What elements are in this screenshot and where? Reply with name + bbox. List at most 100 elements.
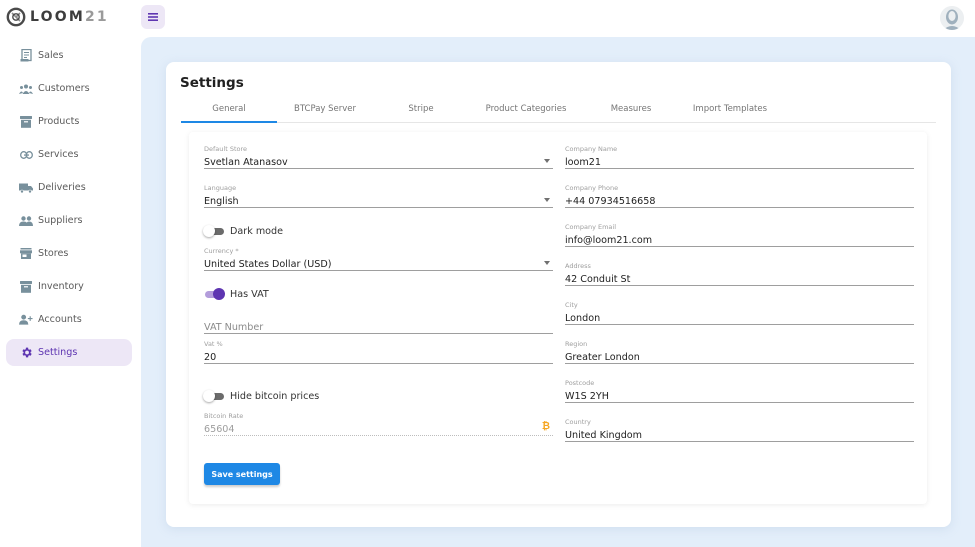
vat-number-input[interactable]: VAT Number [204, 310, 553, 334]
sidebar-item-label: Suppliers [38, 215, 83, 226]
sidebar-item-label: Products [38, 116, 80, 127]
company-email-value: info@loom21.com [565, 232, 914, 247]
brand-logo[interactable]: LOOM21 [6, 7, 109, 27]
tab-stripe[interactable]: Stripe [373, 96, 469, 122]
company-name-label: Company Name [565, 145, 618, 153]
user-icon [940, 6, 964, 30]
sidebar-item-deliveries[interactable]: Deliveries [6, 174, 132, 201]
settings-tabs: General BTCPay Server Stripe Product Cat… [181, 96, 936, 123]
language-value: English [204, 193, 553, 208]
address-value: 42 Conduit St [565, 271, 914, 286]
receipt-icon [19, 49, 33, 63]
tab-general[interactable]: General [181, 96, 277, 123]
region-label: Region [565, 340, 588, 348]
save-settings-button[interactable]: Save settings [204, 463, 280, 485]
currency-select[interactable]: Currency * United States Dollar (USD) [204, 247, 553, 271]
bitcoin-rate-input: Bitcoin Rate 65604 ₿ [204, 412, 553, 436]
dropdown-arrow-icon [544, 261, 550, 265]
vat-percent-label: Vat % [204, 340, 223, 348]
sidebar-item-label: Settings [38, 347, 78, 358]
user-avatar[interactable] [940, 6, 964, 30]
dark-mode-toggle[interactable]: Dark mode [203, 225, 283, 237]
company-email-input[interactable]: Company Email info@loom21.com [565, 223, 914, 247]
sidebar-item-customers[interactable]: Customers [6, 75, 132, 102]
sidebar-item-label: Sales [38, 50, 64, 61]
country-input[interactable]: Country United Kingdom [565, 418, 914, 442]
people-icon [19, 82, 33, 96]
city-value: London [565, 310, 914, 325]
sidebar-item-accounts[interactable]: Accounts [6, 306, 132, 333]
default-store-value: Svetlan Atanasov [204, 154, 553, 169]
postcode-input[interactable]: Postcode W1S 2YH [565, 379, 914, 403]
page-title: Settings [180, 75, 244, 91]
sidebar-item-settings[interactable]: Settings [6, 339, 132, 366]
main-content: Settings General BTCPay Server Stripe Pr… [141, 37, 975, 547]
postcode-value: W1S 2YH [565, 388, 914, 403]
address-label: Address [565, 262, 591, 270]
sidebar-item-label: Services [38, 149, 79, 160]
dark-mode-label: Dark mode [230, 225, 284, 237]
sidebar-item-label: Accounts [38, 314, 82, 325]
sidebar-item-services[interactable]: Services [6, 141, 132, 168]
currency-label: Currency * [204, 247, 239, 255]
sidebar-item-suppliers[interactable]: Suppliers [6, 207, 132, 234]
store-icon [19, 247, 33, 261]
group-icon [19, 214, 33, 228]
vat-percent-value: 20 [204, 349, 553, 364]
hide-bitcoin-prices-toggle[interactable]: Hide bitcoin prices [203, 390, 319, 402]
truck-icon [19, 181, 33, 195]
settings-card: Settings General BTCPay Server Stripe Pr… [166, 62, 951, 527]
city-label: City [565, 301, 578, 309]
country-label: Country [565, 418, 591, 426]
tab-product-categories[interactable]: Product Categories [469, 96, 583, 122]
menu-toggle-button[interactable] [141, 5, 165, 29]
vat-percent-input[interactable]: Vat % 20 [204, 340, 553, 364]
company-phone-input[interactable]: Company Phone +44 07934516658 [565, 184, 914, 208]
address-input[interactable]: Address 42 Conduit St [565, 262, 914, 286]
tab-measures[interactable]: Measures [583, 96, 679, 122]
tab-btcpay-server[interactable]: BTCPay Server [277, 96, 373, 122]
dropdown-arrow-icon [544, 198, 550, 202]
brand-name-number: 21 [84, 9, 109, 25]
language-label: Language [204, 184, 237, 192]
language-select[interactable]: Language English [204, 184, 553, 208]
company-name-value: loom21 [565, 154, 914, 169]
has-vat-switch[interactable] [203, 288, 225, 300]
sidebar-item-inventory[interactable]: Inventory [6, 273, 132, 300]
sidebar-item-label: Inventory [38, 281, 84, 292]
company-phone-label: Company Phone [565, 184, 619, 192]
sidebar-item-sales[interactable]: Sales [6, 42, 132, 69]
sidebar-item-label: Stores [38, 248, 69, 259]
general-settings-form: Default Store Svetlan Atanasov Language … [189, 132, 927, 504]
has-vat-label: Has VAT [230, 288, 269, 300]
country-value: United Kingdom [565, 427, 914, 442]
app-root: LOOM21 Sales Customers Products Services… [0, 0, 975, 547]
person-add-icon [19, 313, 33, 327]
sidebar-item-label: Deliveries [38, 182, 86, 193]
hamburger-icon [148, 13, 158, 21]
dark-mode-switch[interactable] [203, 225, 225, 237]
postcode-label: Postcode [565, 379, 595, 387]
archive-box-icon [19, 115, 33, 129]
sidebar-item-products[interactable]: Products [6, 108, 132, 135]
brand-name-letters: LOOM [30, 9, 85, 25]
hide-bitcoin-prices-switch[interactable] [203, 390, 225, 402]
tab-import-templates[interactable]: Import Templates [679, 96, 781, 122]
bitcoin-rate-value: 65604 [204, 421, 553, 436]
default-store-label: Default Store [204, 145, 247, 153]
region-input[interactable]: Region Greater London [565, 340, 914, 364]
currency-value: United States Dollar (USD) [204, 256, 553, 271]
dropdown-arrow-icon [544, 159, 550, 163]
default-store-select[interactable]: Default Store Svetlan Atanasov [204, 145, 553, 169]
company-email-label: Company Email [565, 223, 617, 231]
city-input[interactable]: City London [565, 301, 914, 325]
company-name-input[interactable]: Company Name loom21 [565, 145, 914, 169]
brand-name: LOOM21 [30, 9, 109, 25]
bitcoin-rate-label: Bitcoin Rate [204, 412, 244, 420]
vat-number-placeholder: VAT Number [204, 319, 553, 334]
loom-logo-icon [6, 7, 26, 27]
bitcoin-icon: ₿ [541, 421, 550, 432]
sidebar-item-stores[interactable]: Stores [6, 240, 132, 267]
region-value: Greater London [565, 349, 914, 364]
has-vat-toggle[interactable]: Has VAT [203, 288, 269, 300]
